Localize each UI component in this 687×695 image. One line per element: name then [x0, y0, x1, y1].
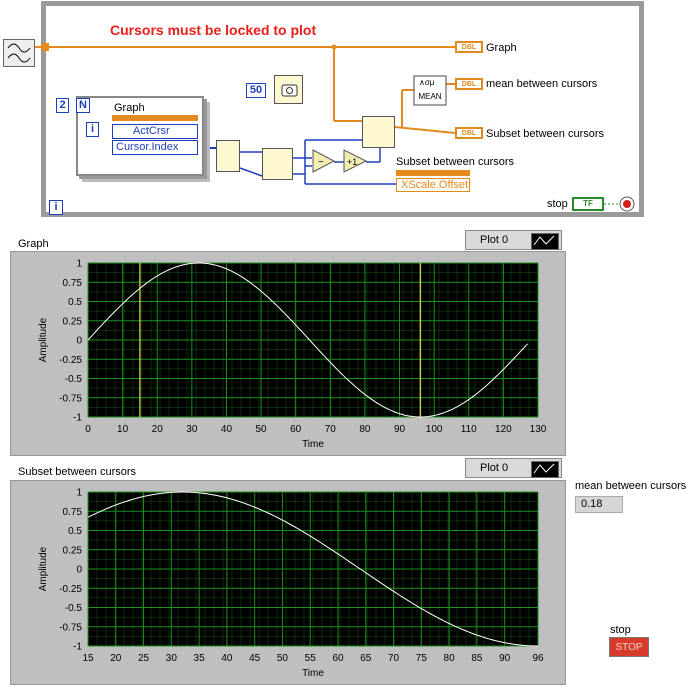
x-axis-label: Time — [302, 668, 324, 679]
diagram-comment: Cursors must be locked to plot — [110, 22, 317, 38]
y-tick-label: -0.75 — [59, 622, 82, 633]
y-tick-label: -0.25 — [59, 355, 82, 366]
y-tick-label: 0.75 — [63, 507, 83, 518]
svg-text:+1: +1 — [347, 157, 357, 167]
plot-line-icon — [531, 233, 559, 250]
outer-iteration-terminal: i — [49, 200, 63, 215]
y-tick-label: -1 — [73, 642, 82, 653]
y-tick-label: 1 — [76, 488, 82, 499]
y-tick-label: -0.25 — [59, 584, 82, 595]
x-tick-label: 30 — [186, 424, 198, 435]
x-tick-label: 30 — [166, 653, 178, 664]
x-tick-label: 40 — [221, 424, 233, 435]
y-axis-label: Amplitude — [38, 546, 49, 591]
graph-plot[interactable]: 10.750.50.250-0.25-0.5-0.75-10 10 20 30 40 50… — [10, 251, 566, 456]
y-tick-label: 0.75 — [63, 278, 83, 289]
x-tick-label: 100 — [426, 424, 443, 435]
stop-label: stop — [610, 624, 631, 636]
property-xscale-offset: XScale.Offset — [396, 178, 470, 192]
xscale-node-title: Subset between cursors — [396, 156, 515, 168]
x-tick-label: 0 — [85, 424, 91, 435]
x-axis-label: Time — [302, 439, 324, 450]
x-tick-label: 20 — [110, 653, 122, 664]
property-node-header — [112, 115, 198, 121]
x-tick-label: 70 — [388, 653, 400, 664]
mean-terminal-label: mean between cursors — [486, 78, 598, 90]
mean-node-label: MEAN — [418, 92, 442, 101]
x-tick-label: 55 — [305, 653, 317, 664]
x-tick-label: 65 — [360, 653, 372, 664]
x-tick-label: 80 — [444, 653, 456, 664]
block-diagram: − +1 Cursors must be locked to plot DBL … — [0, 0, 687, 225]
y-tick-label: 0.25 — [63, 316, 83, 327]
stop-button[interactable]: STOP — [609, 637, 649, 657]
property-cursor-index: Cursor.Index — [112, 140, 198, 155]
property-node-title: Graph — [114, 102, 145, 114]
x-tick-label: 85 — [471, 653, 483, 664]
array-subset-node — [362, 116, 395, 148]
wait-timer-icon — [274, 75, 303, 104]
sort-array-node — [262, 148, 293, 180]
x-tick-label: 60 — [290, 424, 302, 435]
loop-count-terminal: N — [76, 98, 90, 113]
property-actcrsr: ActCrsr — [112, 124, 198, 139]
loop-tunnel — [41, 43, 49, 51]
y-tick-label: 1 — [76, 259, 82, 270]
x-tick-label: 75 — [416, 653, 428, 664]
y-tick-label: 0.5 — [68, 297, 82, 308]
x-tick-label: 45 — [249, 653, 261, 664]
subset-plot-legend[interactable]: Plot 0 — [465, 458, 562, 478]
graph-title: Graph — [18, 238, 49, 250]
subset-plot[interactable]: 1 0.75 0.5 0.25 0 -0.25 -0.5 -0.75 -115 20 25 30 35 4… — [10, 480, 566, 685]
subset-terminal-icon: DBL — [455, 127, 483, 139]
x-tick-label: 120 — [495, 424, 512, 435]
subset-terminal-label: Subset between cursors — [486, 128, 605, 140]
x-tick-label: 90 — [394, 424, 406, 435]
mean-value: 0.18 — [575, 496, 623, 513]
plot-line-icon — [531, 461, 559, 478]
y-tick-label: -1 — [73, 413, 82, 424]
y-tick-label: 0.25 — [63, 545, 83, 556]
subset-legend-label: Plot 0 — [480, 462, 509, 474]
x-tick-label: 50 — [277, 653, 289, 664]
x-tick-label: 25 — [138, 653, 150, 664]
subset-title: Subset between cursors — [18, 466, 137, 478]
x-tick-label: 15 — [82, 653, 94, 664]
x-tick-label: 130 — [530, 424, 547, 435]
x-tick-label: 110 — [461, 424, 477, 435]
x-tick-label: 50 — [256, 424, 268, 435]
graph-terminal-label: Graph — [486, 42, 517, 54]
graph-plot-legend[interactable]: Plot 0 — [465, 230, 562, 250]
loop-iteration-terminal: i — [86, 122, 99, 137]
stop-terminal-label: stop — [547, 198, 568, 210]
x-tick-label: 20 — [152, 424, 164, 435]
mean-terminal-icon: DBL — [455, 78, 483, 90]
graph-legend-label: Plot 0 — [480, 234, 509, 246]
x-tick-label: 10 — [117, 424, 129, 435]
y-tick-label: -0.75 — [59, 393, 82, 404]
graph-terminal-icon: DBL — [455, 41, 483, 53]
x-tick-label: 35 — [194, 653, 206, 664]
wait-constant: 50 — [246, 83, 266, 98]
mean-label: mean between cursors — [575, 480, 687, 492]
waveform-source-icon — [3, 39, 35, 67]
y-tick-label: 0 — [76, 336, 82, 347]
x-tick-label: 80 — [359, 424, 371, 435]
x-tick-label: 96 — [532, 653, 544, 664]
mean-node-icon: ∧σμ — [419, 78, 435, 87]
loop-count-constant: 2 — [56, 98, 69, 113]
y-axis-label: Amplitude — [38, 317, 49, 362]
y-tick-label: 0 — [76, 565, 82, 576]
x-tick-label: 70 — [325, 424, 337, 435]
y-tick-label: -0.5 — [65, 603, 83, 614]
index-array-node — [216, 140, 240, 172]
x-tick-label: 90 — [499, 653, 511, 664]
svg-text:−: − — [318, 157, 324, 168]
stop-terminal-icon: TF — [572, 197, 604, 211]
y-tick-label: 0.5 — [68, 526, 82, 537]
x-tick-label: 40 — [221, 653, 233, 664]
x-tick-label: 60 — [332, 653, 344, 664]
y-tick-label: -0.5 — [65, 374, 83, 385]
xscale-node-header — [396, 170, 470, 176]
